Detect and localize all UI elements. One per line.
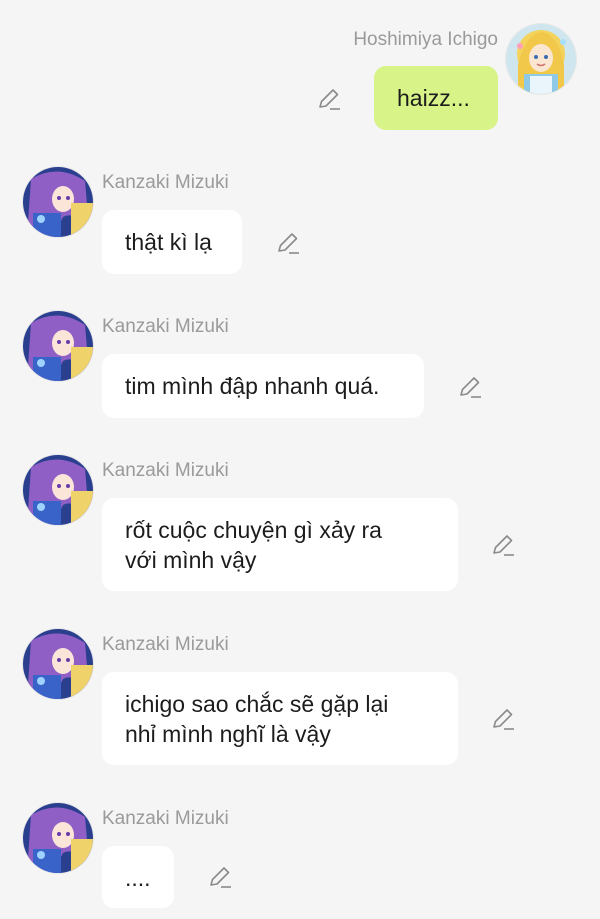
pencil-edit-icon[interactable]	[275, 230, 301, 256]
mizuki-avatar[interactable]	[23, 167, 93, 237]
sender-name: Hoshimiya Ichigo	[353, 29, 498, 50]
sender-name: Kanzaki Mizuki	[102, 808, 229, 829]
sender-name: Kanzaki Mizuki	[102, 634, 229, 655]
pencil-edit-icon[interactable]	[490, 532, 516, 558]
pencil-edit-icon[interactable]	[207, 864, 233, 890]
mizuki-avatar[interactable]	[23, 311, 93, 381]
message-bubble[interactable]: ichigo sao chắc sẽ gặp lại nhỉ mình nghĩ…	[102, 672, 458, 765]
mizuki-avatar[interactable]	[23, 629, 93, 699]
message-bubble[interactable]: haizz...	[374, 66, 498, 130]
message-bubble[interactable]: rốt cuộc chuyện gì xảy ra với mình vậy	[102, 498, 458, 591]
pencil-edit-icon[interactable]	[490, 706, 516, 732]
pencil-edit-icon[interactable]	[457, 374, 483, 400]
message-bubble[interactable]: thật kì lạ	[102, 210, 242, 274]
sender-name: Kanzaki Mizuki	[102, 316, 229, 337]
ichigo-avatar[interactable]	[506, 24, 576, 94]
mizuki-avatar[interactable]	[23, 455, 93, 525]
sender-name: Kanzaki Mizuki	[102, 172, 229, 193]
pencil-edit-icon[interactable]	[316, 86, 342, 112]
sender-name: Kanzaki Mizuki	[102, 460, 229, 481]
message-bubble[interactable]: ....	[102, 846, 174, 908]
mizuki-avatar[interactable]	[23, 803, 93, 873]
message-bubble[interactable]: tim mình đập nhanh quá.	[102, 354, 424, 418]
